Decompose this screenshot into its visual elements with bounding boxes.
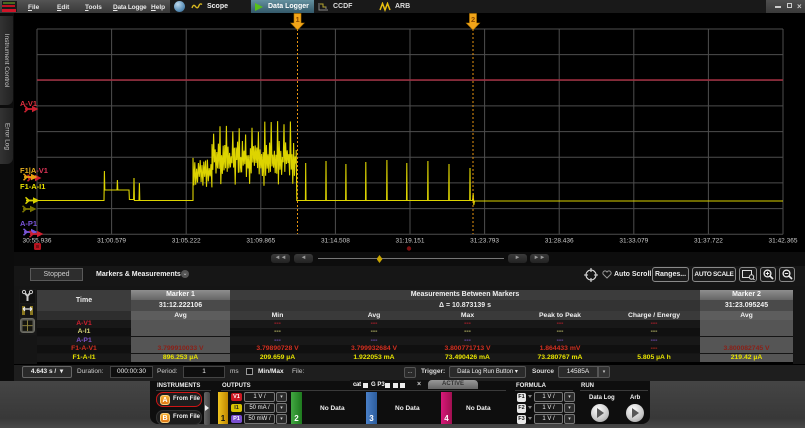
svg-text:31:00.579: 31:00.579	[97, 238, 126, 245]
svg-text:2: 2	[471, 15, 475, 24]
svg-text:31:37.722: 31:37.722	[694, 238, 723, 245]
svg-text:1: 1	[296, 15, 300, 24]
svg-text:31:05.222: 31:05.222	[172, 238, 201, 245]
svg-text:31:28.436: 31:28.436	[545, 238, 574, 245]
svg-text:31:14.508: 31:14.508	[321, 238, 350, 245]
svg-text:31:42.365: 31:42.365	[769, 238, 798, 245]
svg-text:31:23.793: 31:23.793	[470, 238, 499, 245]
svg-text:31:33.079: 31:33.079	[619, 238, 648, 245]
svg-text:31:19.151: 31:19.151	[396, 238, 425, 245]
svg-text:31:09.865: 31:09.865	[246, 238, 275, 245]
